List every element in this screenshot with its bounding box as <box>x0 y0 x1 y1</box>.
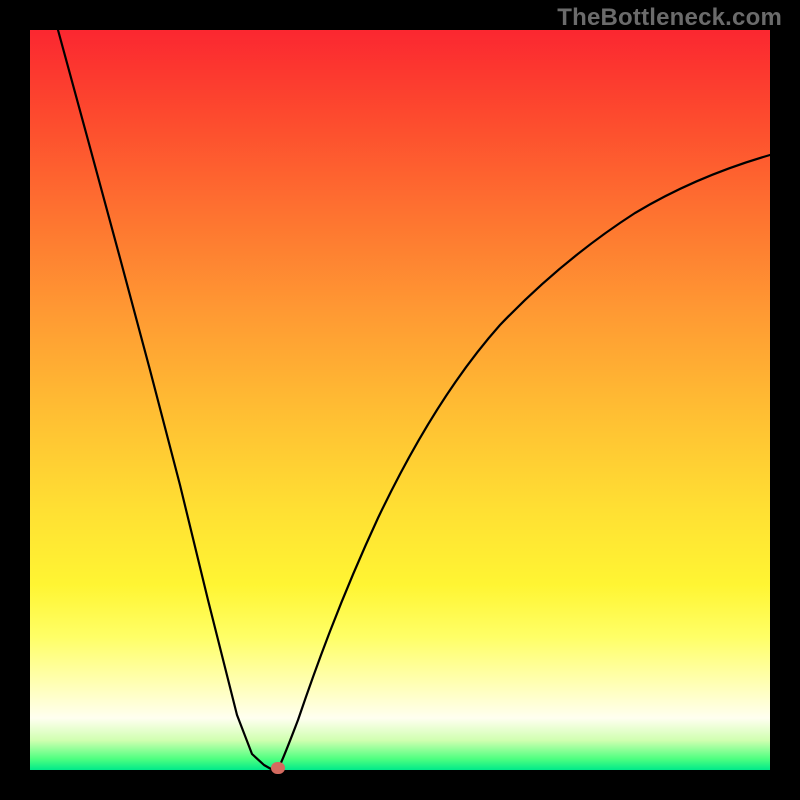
chart-frame: TheBottleneck.com <box>0 0 800 800</box>
curve-minimum-dot <box>271 762 285 774</box>
watermark-text: TheBottleneck.com <box>557 4 782 32</box>
bottleneck-curve-left <box>58 30 271 769</box>
plot-area <box>30 30 770 770</box>
bottleneck-curve-right <box>278 155 770 769</box>
curve-svg <box>30 30 770 770</box>
